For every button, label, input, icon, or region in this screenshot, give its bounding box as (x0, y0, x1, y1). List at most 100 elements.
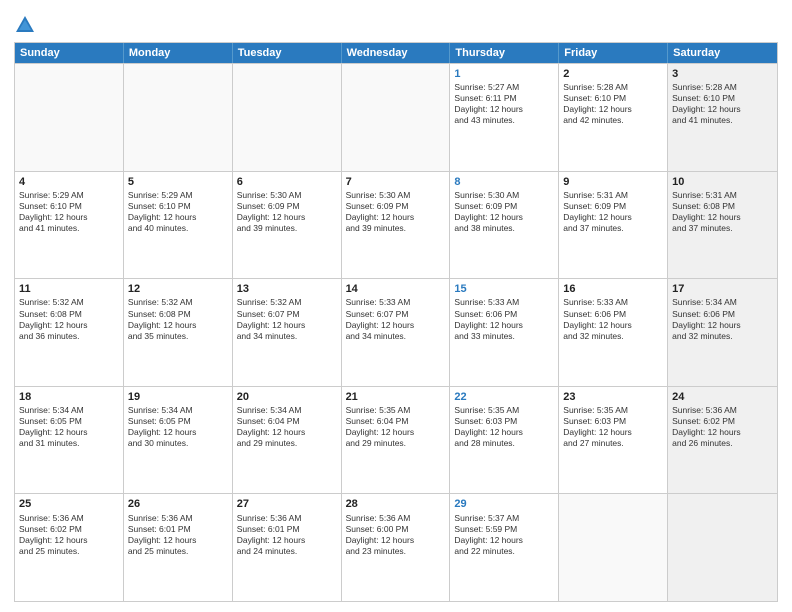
day-info: Sunrise: 5:30 AM (454, 190, 554, 201)
day-info: Sunrise: 5:37 AM (454, 513, 554, 524)
day-info: Sunset: 6:09 PM (237, 201, 337, 212)
cal-cell: 27Sunrise: 5:36 AMSunset: 6:01 PMDayligh… (233, 494, 342, 601)
day-info: Sunset: 6:09 PM (563, 201, 663, 212)
calendar: SundayMondayTuesdayWednesdayThursdayFrid… (14, 42, 778, 602)
day-info: Daylight: 12 hours (454, 104, 554, 115)
day-info: Sunset: 6:11 PM (454, 93, 554, 104)
day-info: Sunrise: 5:35 AM (563, 405, 663, 416)
week-row-5: 25Sunrise: 5:36 AMSunset: 6:02 PMDayligh… (15, 493, 777, 601)
calendar-body: 1Sunrise: 5:27 AMSunset: 6:11 PMDaylight… (15, 63, 777, 601)
cal-cell: 26Sunrise: 5:36 AMSunset: 6:01 PMDayligh… (124, 494, 233, 601)
day-number: 15 (454, 282, 554, 296)
day-number: 24 (672, 390, 773, 404)
cal-cell: 29Sunrise: 5:37 AMSunset: 5:59 PMDayligh… (450, 494, 559, 601)
page: SundayMondayTuesdayWednesdayThursdayFrid… (0, 0, 792, 612)
day-info: Daylight: 12 hours (563, 320, 663, 331)
day-info: Daylight: 12 hours (19, 320, 119, 331)
day-info: and 32 minutes. (563, 331, 663, 342)
day-info: and 26 minutes. (672, 438, 773, 449)
day-info: Sunset: 6:09 PM (346, 201, 446, 212)
day-info: and 24 minutes. (237, 546, 337, 557)
day-info: Sunset: 6:10 PM (672, 93, 773, 104)
cal-cell (342, 64, 451, 171)
day-info: and 29 minutes. (346, 438, 446, 449)
day-info: and 32 minutes. (672, 331, 773, 342)
day-number: 6 (237, 175, 337, 189)
day-number: 13 (237, 282, 337, 296)
day-number: 7 (346, 175, 446, 189)
cal-cell: 22Sunrise: 5:35 AMSunset: 6:03 PMDayligh… (450, 387, 559, 494)
cal-cell: 8Sunrise: 5:30 AMSunset: 6:09 PMDaylight… (450, 172, 559, 279)
day-info: Sunrise: 5:29 AM (19, 190, 119, 201)
day-info: Sunset: 6:08 PM (128, 309, 228, 320)
day-info: and 33 minutes. (454, 331, 554, 342)
day-info: Sunset: 6:01 PM (128, 524, 228, 535)
day-info: Sunrise: 5:35 AM (346, 405, 446, 416)
cal-cell: 13Sunrise: 5:32 AMSunset: 6:07 PMDayligh… (233, 279, 342, 386)
logo-icon (14, 14, 36, 36)
day-info: Sunrise: 5:34 AM (19, 405, 119, 416)
header-day-wednesday: Wednesday (342, 43, 451, 63)
day-info: Daylight: 12 hours (346, 427, 446, 438)
day-info: Sunrise: 5:33 AM (454, 297, 554, 308)
day-info: and 40 minutes. (128, 223, 228, 234)
day-info: Daylight: 12 hours (19, 427, 119, 438)
cal-cell: 2Sunrise: 5:28 AMSunset: 6:10 PMDaylight… (559, 64, 668, 171)
header-day-sunday: Sunday (15, 43, 124, 63)
header-day-friday: Friday (559, 43, 668, 63)
day-info: Sunrise: 5:33 AM (563, 297, 663, 308)
cal-cell (559, 494, 668, 601)
week-row-4: 18Sunrise: 5:34 AMSunset: 6:05 PMDayligh… (15, 386, 777, 494)
day-info: Daylight: 12 hours (237, 212, 337, 223)
day-info: and 34 minutes. (237, 331, 337, 342)
day-info: and 38 minutes. (454, 223, 554, 234)
day-info: Sunset: 6:02 PM (672, 416, 773, 427)
day-info: Sunrise: 5:30 AM (346, 190, 446, 201)
week-row-2: 4Sunrise: 5:29 AMSunset: 6:10 PMDaylight… (15, 171, 777, 279)
cal-cell: 20Sunrise: 5:34 AMSunset: 6:04 PMDayligh… (233, 387, 342, 494)
day-info: and 29 minutes. (237, 438, 337, 449)
day-info: Sunset: 6:08 PM (19, 309, 119, 320)
day-number: 12 (128, 282, 228, 296)
cal-cell: 16Sunrise: 5:33 AMSunset: 6:06 PMDayligh… (559, 279, 668, 386)
day-info: Sunset: 6:09 PM (454, 201, 554, 212)
day-info: and 41 minutes. (672, 115, 773, 126)
day-number: 16 (563, 282, 663, 296)
day-info: Sunrise: 5:31 AM (563, 190, 663, 201)
day-info: Sunset: 5:59 PM (454, 524, 554, 535)
day-info: Sunrise: 5:36 AM (237, 513, 337, 524)
day-info: Sunset: 6:07 PM (237, 309, 337, 320)
day-info: Daylight: 12 hours (672, 104, 773, 115)
day-info: Daylight: 12 hours (454, 427, 554, 438)
day-info: Sunset: 6:05 PM (128, 416, 228, 427)
day-info: and 25 minutes. (128, 546, 228, 557)
day-info: Sunset: 6:10 PM (128, 201, 228, 212)
day-number: 29 (454, 497, 554, 511)
day-number: 21 (346, 390, 446, 404)
day-info: and 43 minutes. (454, 115, 554, 126)
cal-cell: 1Sunrise: 5:27 AMSunset: 6:11 PMDaylight… (450, 64, 559, 171)
cal-cell: 23Sunrise: 5:35 AMSunset: 6:03 PMDayligh… (559, 387, 668, 494)
header-day-thursday: Thursday (450, 43, 559, 63)
day-info: Sunset: 6:02 PM (19, 524, 119, 535)
day-number: 26 (128, 497, 228, 511)
day-info: Daylight: 12 hours (237, 320, 337, 331)
day-info: Sunrise: 5:36 AM (672, 405, 773, 416)
cal-cell: 19Sunrise: 5:34 AMSunset: 6:05 PMDayligh… (124, 387, 233, 494)
day-info: Sunset: 6:03 PM (454, 416, 554, 427)
header-day-saturday: Saturday (668, 43, 777, 63)
cal-cell: 5Sunrise: 5:29 AMSunset: 6:10 PMDaylight… (124, 172, 233, 279)
week-row-3: 11Sunrise: 5:32 AMSunset: 6:08 PMDayligh… (15, 278, 777, 386)
cal-cell: 24Sunrise: 5:36 AMSunset: 6:02 PMDayligh… (668, 387, 777, 494)
day-info: Daylight: 12 hours (672, 320, 773, 331)
day-info: and 27 minutes. (563, 438, 663, 449)
day-info: Sunrise: 5:31 AM (672, 190, 773, 201)
day-number: 8 (454, 175, 554, 189)
cal-cell (668, 494, 777, 601)
day-info: Daylight: 12 hours (128, 535, 228, 546)
day-info: Sunrise: 5:28 AM (672, 82, 773, 93)
day-number: 23 (563, 390, 663, 404)
calendar-header-row: SundayMondayTuesdayWednesdayThursdayFrid… (15, 43, 777, 63)
header-day-tuesday: Tuesday (233, 43, 342, 63)
cal-cell: 17Sunrise: 5:34 AMSunset: 6:06 PMDayligh… (668, 279, 777, 386)
